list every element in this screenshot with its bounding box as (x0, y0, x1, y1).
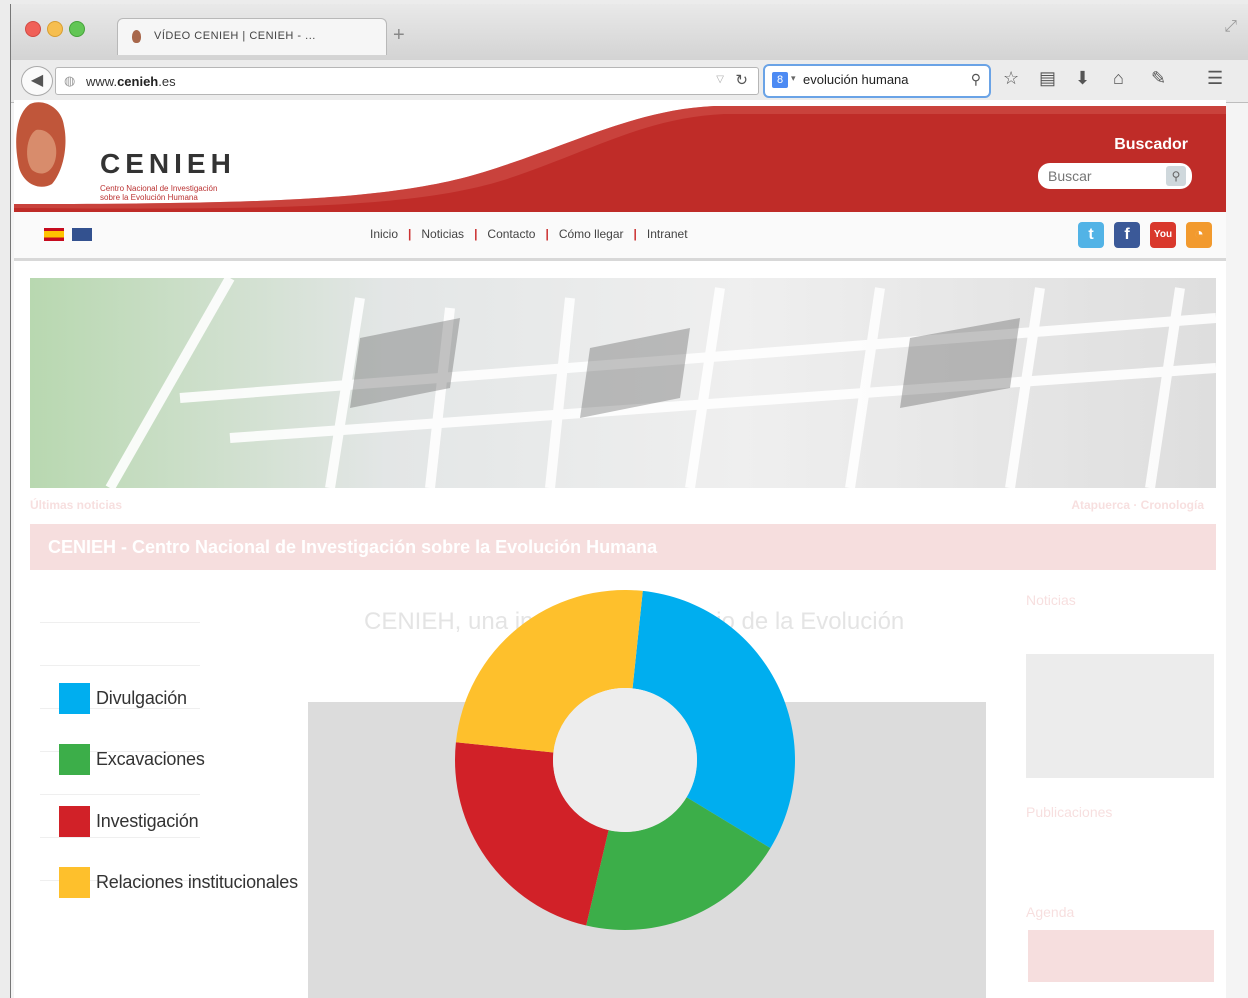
legend-swatch (59, 744, 90, 775)
donut-chart (455, 590, 796, 930)
donut-hole (553, 688, 697, 832)
legend-label: Relaciones institucionales (96, 872, 298, 892)
legend-swatch (59, 683, 90, 714)
legend-label: Investigación (96, 811, 199, 831)
legend-swatch (59, 806, 90, 837)
legend-label: Excavaciones (96, 749, 205, 769)
legend-swatch (59, 867, 90, 898)
legend-label: Divulgación (96, 688, 187, 708)
